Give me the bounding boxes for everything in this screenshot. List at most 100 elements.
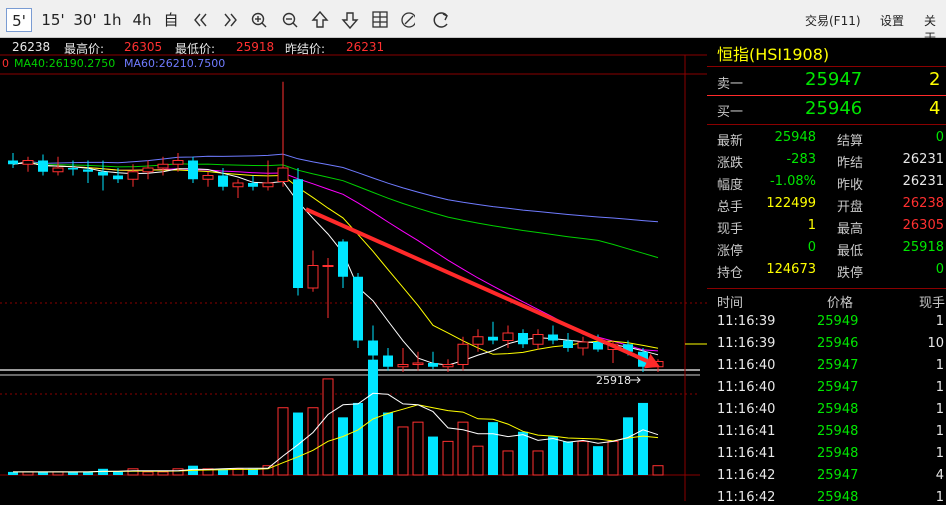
volume-bar-up [172, 468, 184, 476]
candle-body-up [277, 167, 289, 182]
quote-panel: 恒指(HSI1908) 卖一 25947 2 买一 25946 4 最新 2594… [707, 38, 946, 505]
double-left-icon[interactable] [194, 13, 207, 27]
volume-bar-up [607, 440, 619, 476]
candle-body-up [412, 362, 424, 365]
ticks-header-time: 时间 [717, 296, 744, 311]
tick-qty: 1 [935, 490, 944, 505]
volume-bar-down [623, 417, 633, 475]
stat-label: 昨结 [837, 156, 864, 171]
tick-qty: 10 [927, 336, 944, 351]
period-30min-button[interactable]: 30' [70, 8, 100, 32]
candle-body-up [262, 182, 274, 188]
tick-time: 11:16:42 [717, 490, 776, 505]
volume-bar-down [548, 436, 558, 475]
up-arrow-icon[interactable] [311, 10, 329, 28]
period-5min-button[interactable]: 5' [6, 8, 32, 32]
volume-bar-up [157, 471, 169, 476]
trade-menu[interactable]: 交易(F11) [805, 12, 861, 29]
tick-qty: 1 [935, 358, 944, 373]
draw-icon[interactable] [401, 12, 415, 28]
volume-bar-up [442, 440, 454, 476]
down-arrow-icon[interactable] [341, 12, 359, 30]
stat-value: 0 [807, 240, 816, 255]
stat-value: 0 [935, 262, 944, 277]
tick-price: 25947 [817, 380, 859, 395]
volume-bar-up [397, 426, 409, 476]
stat-label: 幅度 [717, 178, 744, 193]
candle-body-down [38, 160, 48, 172]
volume-bar-up [142, 471, 154, 476]
candle-body-down [83, 169, 93, 172]
sell1-label: 卖一 [717, 77, 744, 92]
tick-time: 11:16:40 [717, 380, 776, 395]
stat-value: 25918 [902, 240, 944, 255]
volume-bar-up [532, 450, 544, 476]
toolbar: 5' 15' 30' 1h 4h 自 交易(F11) 设置 关 [0, 0, 946, 45]
stat-value: 1 [807, 218, 816, 233]
volume-bar-up [652, 465, 664, 476]
volume-bar-down [518, 431, 528, 475]
stat-label: 开盘 [837, 200, 864, 215]
volume-bar-down [353, 402, 363, 475]
candle-body-up [22, 160, 34, 165]
tick-time: 11:16:40 [717, 402, 776, 417]
refresh-icon[interactable] [430, 0, 454, 38]
period-15min-button[interactable]: 15' [38, 8, 68, 32]
period-custom-button[interactable]: 自 [160, 8, 182, 32]
sell1-qty: 2 [929, 69, 941, 90]
stat-label: 涨跌 [717, 156, 744, 171]
candle-body-down [428, 363, 438, 367]
volume-bar-down [113, 471, 123, 475]
candle-body-up [202, 175, 214, 180]
candle-body-down [593, 342, 603, 350]
stat-label: 结算 [837, 134, 864, 149]
stat-value: -1.08% [770, 174, 816, 189]
stat-label: 最高 [837, 222, 864, 237]
volume-bar-up [577, 440, 589, 476]
ticks-header-qty: 现手 [919, 296, 946, 311]
candlestick-chart[interactable]: 25918 [0, 38, 707, 501]
zoom-in-icon[interactable] [251, 12, 267, 28]
tick-time: 11:16:39 [717, 314, 776, 329]
tick-time: 11:16:41 [717, 446, 776, 461]
period-4h-button[interactable]: 4h [130, 8, 154, 32]
volume-bar-up [307, 407, 319, 476]
volume-ma5-line [13, 392, 659, 473]
candle-body-up [157, 163, 169, 169]
candle-body-up [532, 334, 544, 345]
stat-value: 25948 [774, 130, 816, 145]
volume-ma10-line [13, 404, 659, 473]
candle-body-up [127, 171, 139, 180]
tick-price: 25948 [817, 446, 859, 461]
zoom-out-icon[interactable] [282, 12, 298, 28]
stat-label: 总手 [717, 200, 744, 215]
stat-value: 0 [935, 130, 944, 145]
double-right-icon[interactable] [224, 13, 237, 27]
tick-price: 25947 [817, 468, 859, 483]
toolbar-icons [194, 10, 415, 30]
volume-bar-down [428, 436, 438, 475]
stat-label: 持仓 [717, 266, 744, 281]
candle-body-up [472, 336, 484, 345]
volume-bar-up [412, 421, 424, 476]
candle-body-down [548, 334, 558, 341]
tick-time: 11:16:40 [717, 358, 776, 373]
settings-menu[interactable]: 设置 [880, 12, 904, 29]
candle-body-up [442, 364, 454, 368]
tick-qty: 1 [935, 314, 944, 329]
tick-time: 11:16:42 [717, 468, 776, 483]
tick-qty: 1 [935, 402, 944, 417]
candle-body-down [368, 340, 378, 356]
candle-body-up [307, 265, 319, 289]
stat-label: 跌停 [837, 266, 864, 281]
layout-icon[interactable] [372, 11, 388, 28]
candle-body-down [8, 160, 18, 165]
candle-body-up [322, 265, 334, 267]
buy1-qty: 4 [929, 98, 941, 119]
stat-value: -283 [786, 152, 816, 167]
period-1h-button[interactable]: 1h [102, 8, 122, 32]
candle-body-up [172, 160, 184, 165]
tick-price: 25949 [817, 314, 859, 329]
volume-bar-down [338, 417, 348, 475]
candle-body-down [353, 276, 363, 341]
